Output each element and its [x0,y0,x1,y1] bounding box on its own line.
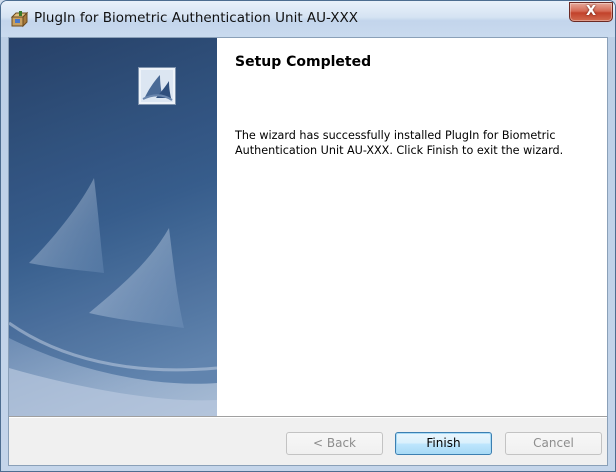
wizard-client-area: Setup Completed The wizard has successfu… [8,37,608,466]
completion-message: The wizard has successfully installed Pl… [235,129,564,157]
banner-artwork [9,38,217,416]
setup-logo-icon [138,67,176,105]
page-heading: Setup Completed [235,54,372,70]
close-icon: X [585,4,597,19]
wizard-banner-panel [9,38,217,416]
finish-button[interactable]: Finish [395,432,492,455]
close-button[interactable]: X [569,2,613,22]
window-title: PlugIn for Biometric Authentication Unit… [34,10,358,26]
wizard-content-panel: Setup Completed The wizard has successfu… [217,38,607,416]
wizard-button-bar: < Back Finish Cancel [9,418,607,465]
installer-box-icon [10,11,28,28]
back-button[interactable]: < Back [286,432,383,455]
cancel-button[interactable]: Cancel [505,432,602,455]
title-bar[interactable]: PlugIn for Biometric Authentication Unit… [1,1,615,37]
setup-wizard-window: PlugIn for Biometric Authentication Unit… [0,0,616,472]
